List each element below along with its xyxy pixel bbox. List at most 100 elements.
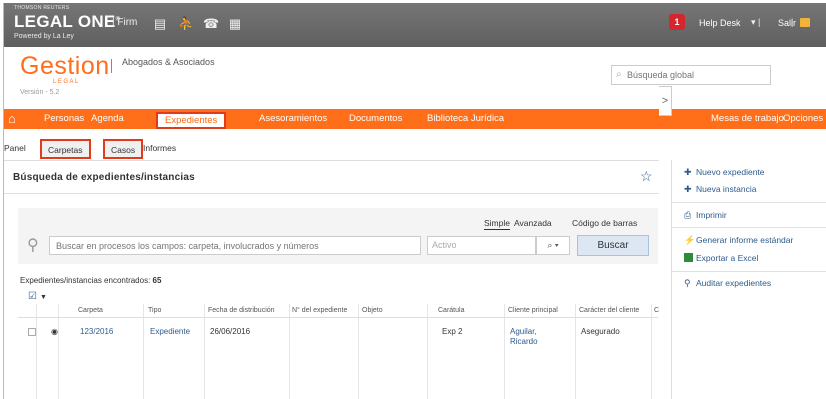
col-objeto[interactable]: Objeto — [362, 307, 383, 314]
nav-item-personas[interactable]: Personas — [44, 113, 84, 124]
action-auditar[interactable]: ⚲ Auditar expedientes — [684, 278, 771, 289]
nav-item-biblioteca[interactable]: Biblioteca Jurídica — [427, 113, 504, 124]
process-search-input[interactable] — [49, 236, 421, 255]
powered-by: Powered by La Ley — [14, 33, 74, 40]
action-label: Nueva instancia — [696, 184, 757, 194]
calendar-icon[interactable]: ▦ — [228, 16, 242, 32]
search-panel: Búsqueda de expedientes/instancias ☆ Sim… — [4, 160, 659, 399]
nav-item-expedientes[interactable]: Expedientes — [156, 112, 227, 129]
cell-caracter: Asegurado — [581, 327, 620, 336]
divider — [672, 271, 826, 272]
plus-icon: ✚ — [684, 184, 692, 194]
app-header: Gestion LEGAL Abogados & Asociados Versi… — [4, 47, 826, 104]
col-tipo[interactable]: Tipo — [148, 307, 161, 314]
action-label: Nuevo expediente — [696, 167, 765, 177]
search-icon: ⚲ — [27, 237, 39, 254]
results-number: 65 — [152, 276, 162, 285]
search-button[interactable]: Buscar — [577, 235, 649, 256]
people-icon[interactable]: ⛹ — [178, 16, 194, 32]
search-box: Simple Avanzada Código de barras ⚲ Activ… — [18, 208, 658, 264]
col-caratula[interactable]: Carátula — [438, 307, 464, 314]
action-label: Generar informe estándar — [696, 235, 794, 245]
cell-tipo: Expediente — [150, 327, 191, 336]
action-label: Auditar expedientes — [696, 278, 772, 288]
product-name: LEGAL ONE — [14, 12, 116, 31]
notification-badge[interactable]: 1 — [669, 14, 685, 30]
magnifier-icon: ⚲ — [684, 278, 691, 288]
checkbox-icon[interactable]: ☑ — [28, 291, 37, 302]
col-c[interactable]: C — [654, 307, 659, 314]
top-bar: THOMSON REUTERS LEGAL ONE® | Firm Powere… — [4, 3, 826, 47]
nav-item-mesas-de-trabajo[interactable]: Mesas de trabajo — [711, 113, 784, 124]
printer-icon: ⎙ — [684, 210, 692, 220]
cell-cliente-line1[interactable]: Aguilar, — [510, 327, 537, 336]
divider — [111, 59, 112, 73]
app-frame: THOMSON REUTERS LEGAL ONE® | Firm Powere… — [3, 3, 826, 399]
status-select[interactable]: Activo — [427, 236, 536, 255]
action-imprimir[interactable]: ⎙ Imprimir — [684, 210, 727, 221]
status-search-dropdown-button[interactable]: ⌕ ▾ — [536, 236, 570, 255]
tab-informes[interactable]: Informes — [143, 143, 176, 153]
version-label: Versión - 5.2 — [20, 89, 60, 96]
tab-panel[interactable]: Panel — [4, 143, 26, 153]
plus-icon: ✚ — [684, 167, 692, 177]
col-fecha[interactable]: Fecha de distribución — [208, 307, 275, 314]
results-count: Expedientes/instancias encontrados: 65 — [20, 276, 161, 285]
select-all-toolbar[interactable]: ☑ ▼ — [28, 291, 47, 302]
edition-label: | Firm — [112, 17, 138, 28]
divider — [4, 193, 659, 194]
nav-item-asesoramientos[interactable]: Asesoramientos — [259, 113, 327, 124]
action-label: Imprimir — [696, 210, 727, 220]
nav-item-opciones[interactable]: Opciones — [783, 113, 823, 124]
cell-fecha: 26/06/2016 — [210, 327, 251, 336]
tab-avanzada[interactable]: Avanzada — [514, 218, 552, 228]
tab-carpetas[interactable]: Carpetas — [40, 139, 91, 159]
action-label: Exportar a Excel — [696, 253, 759, 263]
nav-item-agenda[interactable]: Agenda — [91, 113, 124, 124]
cell-cliente-line2[interactable]: Ricardo — [510, 337, 538, 346]
table-header: Carpeta Tipo Fecha de distribución N° de… — [18, 304, 659, 318]
divider — [672, 202, 826, 203]
firm-name: Abogados & Asociados — [122, 57, 215, 67]
search-icon: ⌕ — [616, 69, 622, 80]
tab-codigo-de-barras[interactable]: Código de barras — [572, 218, 637, 228]
phone-icon[interactable]: ☎ — [203, 16, 219, 32]
global-search-input[interactable] — [627, 68, 767, 82]
books-icon[interactable]: ▤ — [153, 16, 167, 32]
top-icons: ▤ ⛹ ☎ ▦ — [153, 16, 242, 32]
row-checkbox[interactable] — [28, 328, 36, 336]
lightning-icon: ⚡ — [684, 235, 696, 245]
excel-icon — [684, 253, 693, 262]
action-nueva-instancia[interactable]: ✚ Nueva instancia — [684, 184, 756, 195]
collapse-panel-button[interactable]: > — [659, 86, 672, 116]
action-exportar-excel[interactable]: Exportar a Excel — [684, 253, 758, 263]
separator: ▾ | — [751, 17, 761, 27]
help-desk-link[interactable]: Help Desk — [699, 18, 741, 28]
col-caracter[interactable]: Carácter del cliente — [579, 307, 639, 314]
results-label: Expedientes/instancias encontrados: — [20, 276, 151, 285]
col-cliente[interactable]: Cliente principal — [508, 307, 558, 314]
mail-icon[interactable] — [800, 18, 810, 27]
col-carpeta[interactable]: Carpeta — [78, 307, 103, 314]
tab-casos[interactable]: Casos — [103, 139, 144, 159]
main-nav: ⌂ Personas Agenda Expedientes Asesoramie… — [4, 109, 826, 129]
app-logo-sub: LEGAL — [53, 79, 80, 85]
table-row[interactable]: ◉ 123/2016 Expediente 26/06/2016 Exp 2 A… — [18, 318, 658, 399]
divider — [672, 227, 826, 228]
home-icon[interactable]: ⌂ — [8, 111, 16, 126]
col-numero[interactable]: N° del expediente — [292, 307, 347, 314]
action-generar-informe[interactable]: ⚡Generar informe estándar — [684, 235, 793, 246]
chevron-down-icon[interactable]: ▼ — [40, 294, 47, 301]
action-nuevo-expediente[interactable]: ✚ Nuevo expediente — [684, 167, 765, 178]
nav-item-documentos[interactable]: Documentos — [349, 113, 402, 124]
thomson-reuters-brand: THOMSON REUTERS — [14, 5, 70, 11]
eye-icon[interactable]: ◉ — [51, 327, 58, 336]
star-icon[interactable]: ☆ — [640, 168, 653, 185]
legal-one-logo: LEGAL ONE® — [14, 12, 120, 32]
panel-title: Búsqueda de expedientes/instancias — [13, 172, 195, 183]
sub-nav: Panel Carpetas Casos Informes — [4, 138, 184, 160]
tab-simple[interactable]: Simple — [484, 218, 510, 230]
cell-carpeta[interactable]: 123/2016 — [80, 327, 113, 336]
edition-name: Firm — [117, 17, 138, 28]
global-search[interactable]: ⌕ — [611, 65, 771, 85]
